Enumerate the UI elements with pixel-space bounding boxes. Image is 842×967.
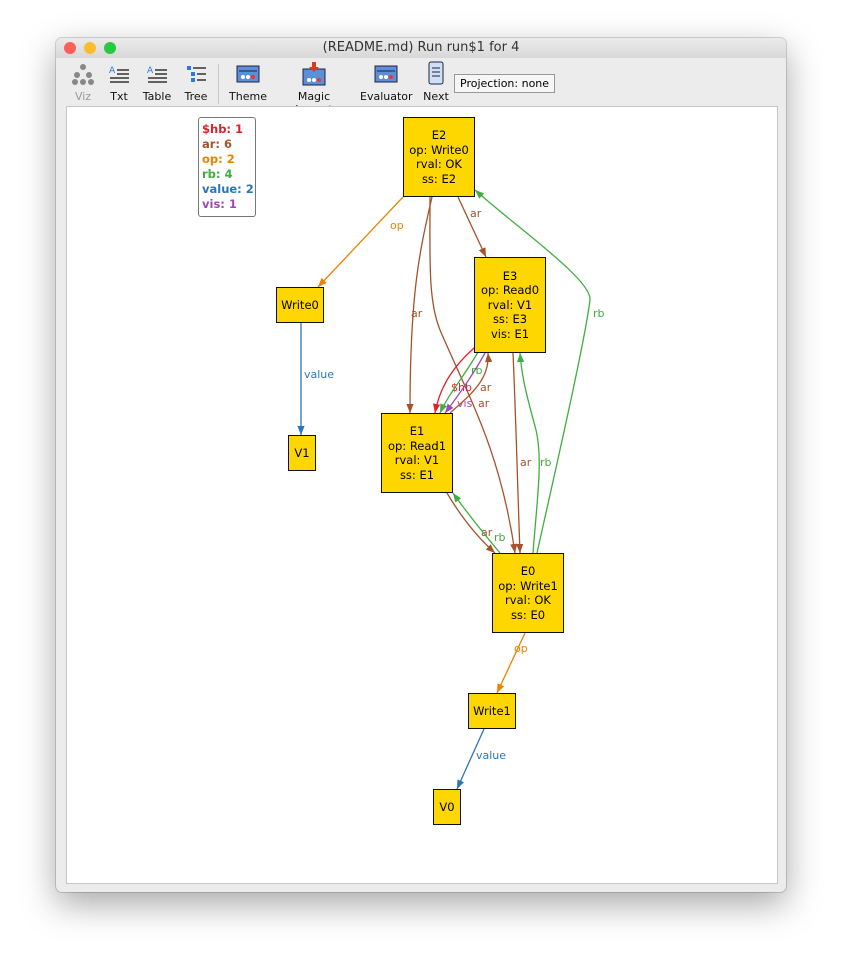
node-text: op: Write0 — [409, 142, 469, 157]
node-text: Write1 — [473, 703, 511, 718]
legend-item: value: 2 — [202, 182, 254, 196]
edge-label: value — [476, 749, 506, 762]
edge-label: ar — [478, 397, 490, 410]
node-text: rval: OK — [416, 157, 462, 171]
node-v1[interactable]: V1 — [288, 435, 316, 471]
edge-label: rb — [540, 456, 552, 469]
node-text: vis: E1 — [490, 326, 530, 341]
node-e2[interactable]: E2 op: Write0 rval: OK ss: E2 — [403, 117, 475, 197]
node-text: ss: E0 — [510, 607, 546, 622]
node-text: E3 — [502, 268, 518, 283]
edge-label: value — [304, 368, 334, 381]
node-text: rval: OK — [505, 593, 551, 607]
legend: $hb: 1 ar: 6 op: 2 rb: 4 value: 2 vis: 1 — [198, 117, 256, 217]
edge-label: rb — [494, 531, 506, 544]
edge-label: ar — [411, 307, 423, 320]
node-write0[interactable]: Write0 — [276, 287, 324, 323]
node-text: E0 — [520, 564, 536, 578]
legend-item: rb: 4 — [202, 167, 233, 181]
node-text: ss: E1 — [399, 467, 435, 482]
node-text: rval: V1 — [487, 297, 533, 312]
edge-label: $hb — [451, 381, 472, 394]
edge-rb-e0-e1 — [452, 492, 501, 554]
legend-item: ar: 6 — [202, 137, 233, 151]
edge-ar-e1-e0 — [446, 492, 496, 554]
legend-item: $hb: 1 — [202, 122, 244, 136]
edge-rb-e0-e2 — [474, 189, 591, 554]
edge-label: ar — [480, 381, 492, 394]
node-text: V0 — [439, 799, 455, 814]
node-e3[interactable]: E3 op: Read0 rval: V1 ss: E3 vis: E1 — [474, 257, 546, 353]
node-text: ss: E3 — [492, 312, 528, 327]
legend-item: vis: 1 — [202, 197, 237, 211]
node-text: Write0 — [281, 297, 319, 312]
node-text: E2 — [431, 128, 447, 142]
edge-ar-e3-e0 — [512, 352, 524, 554]
node-text: ss: E2 — [421, 171, 457, 186]
edge-rb-e0-e3 — [517, 352, 540, 554]
node-e1[interactable]: E1 op: Read1 rval: V1 ss: E1 — [381, 413, 453, 493]
edge-op-e2-write0 — [317, 196, 404, 288]
edge-label: rb — [593, 307, 605, 320]
edge-label: op — [514, 642, 528, 655]
node-text: V1 — [294, 445, 310, 460]
node-text: op: Write1 — [498, 578, 558, 593]
node-v0[interactable]: V0 — [433, 789, 461, 825]
edge-ar-e2-e1 — [406, 196, 433, 414]
node-text: E1 — [409, 424, 425, 438]
node-text: op: Read1 — [387, 438, 447, 453]
edge-label: op — [390, 219, 404, 232]
node-text: op: Read0 — [480, 283, 540, 298]
node-e0[interactable]: E0 op: Write1 rval: OK ss: E0 — [492, 553, 564, 633]
edge-label: ar — [470, 207, 482, 220]
edge-ar-e2-e3 — [457, 196, 487, 258]
edge-label: ar — [520, 456, 532, 469]
node-write1[interactable]: Write1 — [468, 693, 516, 729]
legend-item: op: 2 — [202, 152, 235, 166]
node-text: rval: V1 — [394, 453, 440, 467]
